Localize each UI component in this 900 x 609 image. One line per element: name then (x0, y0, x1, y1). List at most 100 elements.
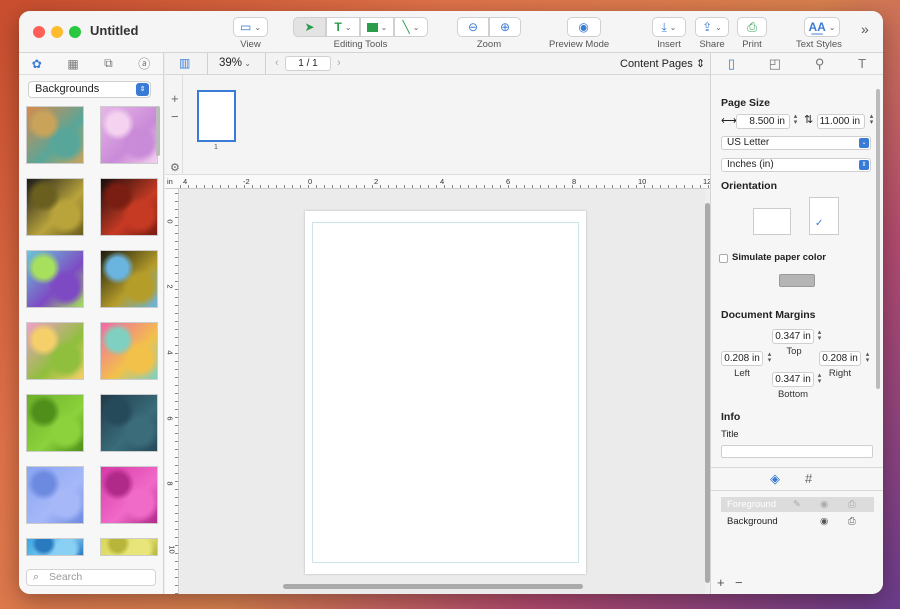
top-margin-stepper[interactable]: ▴ ▾ (816, 329, 823, 342)
background-swatch[interactable] (100, 538, 158, 556)
bottom-margin-field[interactable]: 0.347 in (772, 372, 814, 387)
close-window-button[interactable] (33, 26, 45, 38)
add-layer-button[interactable]: + (717, 575, 725, 590)
text-styles-button[interactable]: A͟A ⌄ (803, 17, 840, 37)
paper-size-select[interactable]: US Letter ⌄ (721, 136, 871, 150)
background-swatch[interactable] (100, 178, 158, 236)
portrait-orientation-option[interactable]: ✓ (809, 197, 839, 235)
ruler-minor-tick (175, 433, 178, 434)
layer-name: Background (727, 516, 778, 527)
background-swatch[interactable] (26, 106, 84, 164)
line-tool-button[interactable]: ╲ ⌄ (394, 17, 428, 37)
background-swatch[interactable] (100, 394, 158, 452)
bottom-margin-stepper[interactable]: ▴ ▾ (816, 372, 823, 385)
paper-color-well[interactable] (779, 274, 815, 287)
layer-foreground-row[interactable]: Foreground ✎ ◉ ⎙ (721, 497, 874, 512)
zoom-in-button[interactable]: ⊕ (489, 17, 521, 37)
eye-icon[interactable]: ◉ (820, 514, 828, 529)
checkmark-icon: ✓ (815, 218, 824, 229)
library-scrollbar[interactable] (156, 106, 160, 156)
width-stepper[interactable]: ▴ ▾ (792, 113, 799, 126)
shapes-tab-icon[interactable]: ✿ (32, 57, 42, 71)
printer-icon[interactable]: ⎙ (848, 497, 856, 512)
orientation-heading: Orientation (721, 180, 778, 192)
left-margin-stepper[interactable]: ▴ ▾ (766, 351, 773, 364)
background-swatch[interactable] (26, 178, 84, 236)
height-field[interactable]: 11.000 in (817, 114, 865, 129)
ruler-minor-tick (175, 401, 178, 402)
width-field[interactable]: 8.500 in (736, 114, 790, 129)
background-swatch[interactable] (26, 322, 84, 380)
previous-page-icon[interactable]: ‹ (275, 57, 279, 69)
images-tab-icon[interactable]: ▦ (67, 57, 78, 71)
minimize-window-button[interactable] (51, 26, 63, 38)
text-tab-icon[interactable]: T (858, 56, 866, 71)
inspector-scrollbar[interactable] (876, 89, 880, 389)
category-select[interactable]: Backgrounds ⇕ (28, 81, 151, 98)
ruler-minor-tick (452, 185, 453, 188)
arrange-tab-icon[interactable]: ⚲ (815, 56, 825, 72)
height-stepper[interactable]: ▴ ▾ (868, 113, 875, 126)
ruler-minor-tick (484, 185, 485, 188)
eye-icon[interactable]: ◉ (820, 497, 828, 512)
zoom-out-button[interactable]: ⊖ (457, 17, 489, 37)
ruler-minor-tick (212, 185, 213, 188)
document-tab-icon[interactable]: ▯ (728, 56, 735, 72)
layers-icon[interactable]: ◈ (770, 471, 780, 487)
canvas[interactable] (180, 189, 705, 594)
background-swatch[interactable] (26, 394, 84, 452)
background-swatch[interactable] (100, 322, 158, 380)
left-margin-field[interactable]: 0.208 in (721, 351, 763, 366)
background-swatch[interactable] (26, 466, 84, 524)
ruler-minor-tick (244, 185, 245, 188)
grid-icon[interactable]: # (805, 471, 812, 486)
insert-button[interactable]: ⤓ ⌄ (652, 17, 686, 37)
page[interactable] (305, 211, 586, 574)
simulate-paper-checkbox[interactable] (719, 254, 728, 263)
text-tab-icon[interactable]: ⓐ (138, 55, 150, 72)
background-swatch[interactable] (100, 250, 158, 308)
text-tool-button[interactable]: T ⌄ (326, 17, 360, 37)
background-swatch[interactable] (26, 538, 84, 556)
add-page-icon[interactable]: + (171, 91, 179, 106)
title-field[interactable] (721, 445, 873, 458)
zoom-popup[interactable]: 39% ⌄ (219, 57, 251, 69)
objects-tab-icon[interactable]: ⧉ (104, 56, 113, 71)
divider (265, 53, 266, 75)
page-number-field[interactable]: 1 / 1 (285, 56, 331, 71)
top-label: Top (786, 346, 802, 357)
content-pages-popup[interactable]: Content Pages ⇕ (620, 57, 705, 70)
page-thumbnail[interactable] (197, 90, 236, 142)
right-margin-stepper[interactable]: ▴ ▾ (864, 351, 871, 364)
select-tool-button[interactable]: ➤ (293, 17, 326, 37)
remove-page-icon[interactable]: − (171, 109, 179, 124)
page-thumbnails-icon[interactable]: ▥ (179, 56, 190, 70)
background-swatch[interactable] (100, 466, 158, 524)
right-margin-field[interactable]: 0.208 in (819, 351, 861, 366)
ruler-minor-tick (188, 185, 189, 188)
landscape-orientation-option[interactable] (753, 208, 791, 235)
remove-layer-button[interactable]: − (735, 575, 743, 590)
layer-background-row[interactable]: Background ◉ ⎙ (721, 514, 874, 529)
preview-mode-button[interactable]: ◉ (566, 17, 601, 37)
ruler-minor-tick (524, 185, 525, 188)
next-page-icon[interactable]: › (337, 57, 341, 69)
gear-icon[interactable]: ⚙ (170, 161, 180, 174)
shape-tool-button[interactable]: ⌄ (360, 17, 394, 37)
toolbar-overflow-button[interactable]: » (861, 21, 869, 37)
zoom-window-button[interactable] (69, 26, 81, 38)
pencil-icon[interactable]: ✎ (793, 497, 801, 512)
view-button[interactable]: ▭ ⌄ (233, 17, 268, 37)
view-control[interactable]: ▭ ⌄ View (233, 17, 268, 50)
background-swatch[interactable] (26, 250, 84, 308)
top-margin-field[interactable]: 0.347 in (772, 329, 814, 344)
units-select[interactable]: Inches (in) ⇕ (721, 158, 871, 172)
content-pages-label: Content Pages (620, 58, 693, 70)
printer-icon[interactable]: ⎙ (848, 514, 856, 529)
layout-tab-icon[interactable]: ◰ (769, 56, 781, 72)
print-button[interactable]: ⎙ (737, 17, 767, 37)
share-button[interactable]: ⇪ ⌄ (695, 17, 729, 37)
horizontal-scrollbar[interactable] (283, 584, 583, 589)
background-swatch[interactable] (100, 106, 158, 164)
library-search-input[interactable]: ⌕ Search (26, 569, 156, 586)
